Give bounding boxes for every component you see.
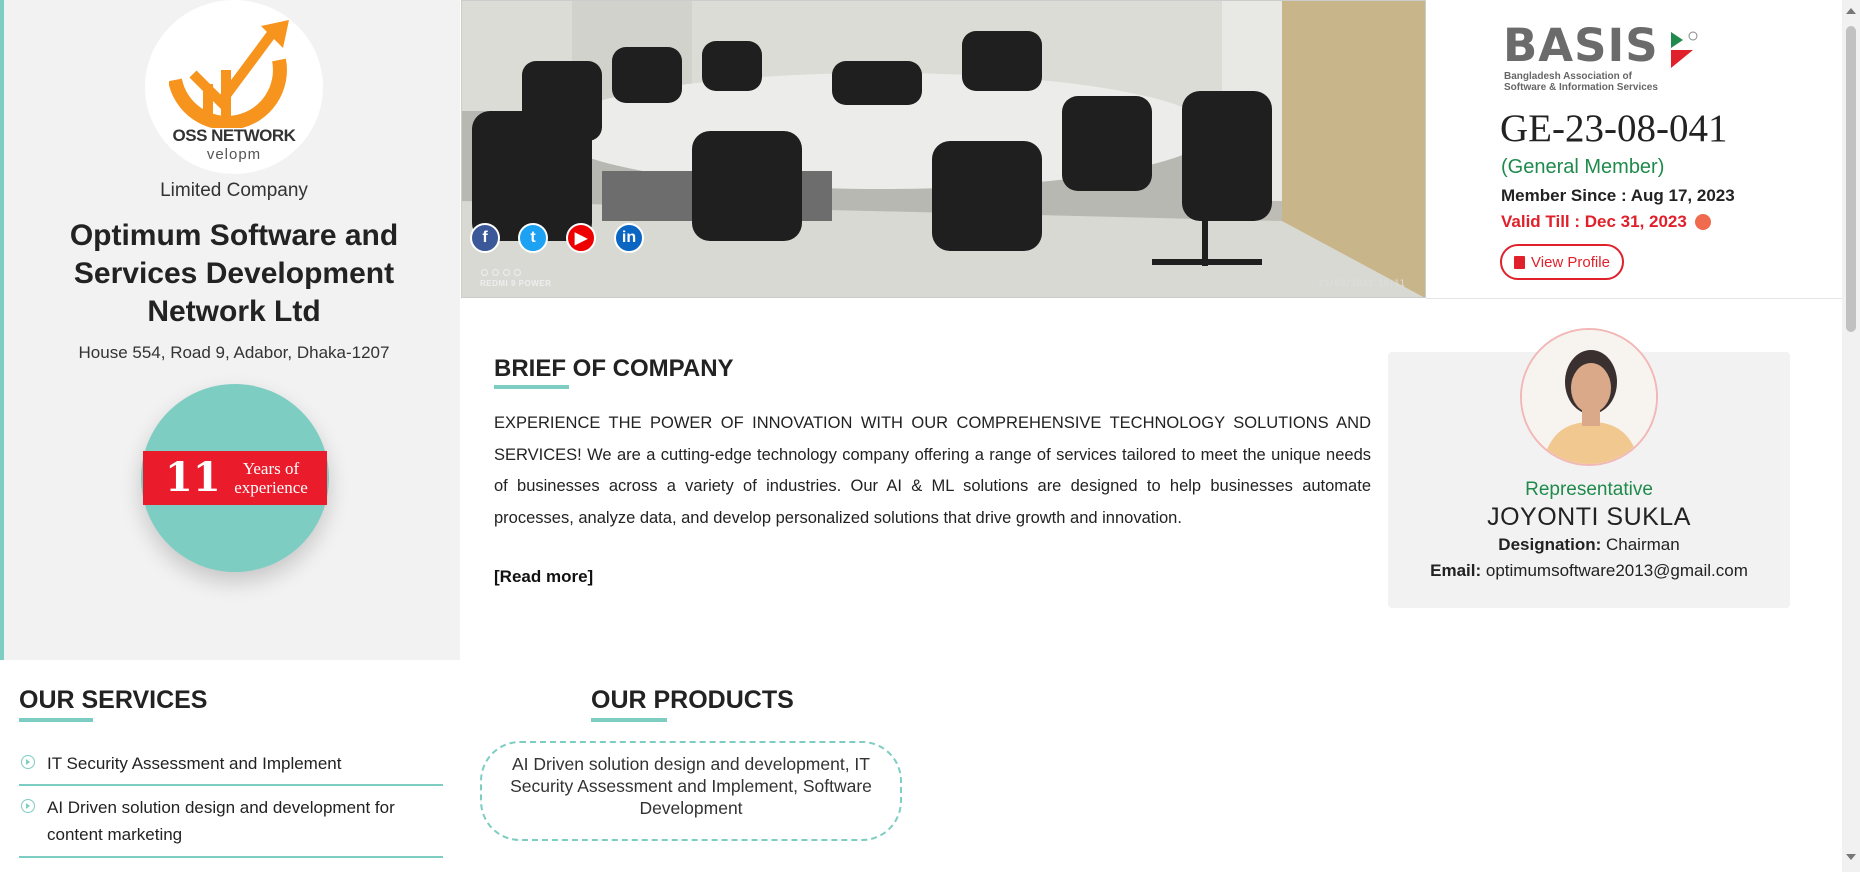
pdf-icon (1514, 255, 1525, 269)
heading-underline (494, 385, 569, 389)
heading-underline (19, 718, 93, 722)
brief-heading: BRIEF OF COMPANY (494, 355, 734, 382)
basis-subtitle-line1: Bangladesh Association of (1504, 71, 1632, 82)
basis-subtitle-line2: Software & Information Services (1504, 82, 1658, 93)
products-box: AI Driven solution design and developmen… (480, 741, 902, 841)
youtube-icon[interactable]: ▶ (566, 223, 596, 253)
view-profile-label: View Profile (1531, 253, 1610, 271)
person-portrait-icon (1522, 330, 1656, 464)
logo-subtext: velopm (206, 146, 262, 163)
products-heading: OUR PRODUCTS (591, 686, 794, 714)
company-name: Optimum Software and Services Developmen… (69, 219, 399, 328)
designation-label: Designation: (1498, 535, 1602, 554)
photo-device-tag: REDMI 9 POWER (480, 279, 552, 288)
experience-band: 11 Years of experience (143, 451, 327, 505)
service-item[interactable]: IT Security Assessment and Implement (19, 750, 443, 786)
company-profile-page: OSS NETWORK velopm Limited Company Optim… (0, 0, 1860, 872)
valid-till: Valid Till : Dec 31, 2023 (1501, 212, 1711, 232)
services-heading: OUR SERVICES (19, 686, 208, 714)
basis-logo: BASIS Bangladesh Association of Software… (1503, 22, 1703, 94)
valid-till-text: Valid Till : Dec 31, 2023 (1501, 212, 1687, 231)
circle-arrow-icon (21, 755, 35, 769)
office-photo: f t ▶ in REDMI 9 POWER 23/08/2023 18:11 (461, 0, 1426, 298)
email-value[interactable]: optimumsoftware2013@gmail.com (1486, 561, 1748, 580)
scroll-thumb[interactable] (1846, 26, 1856, 332)
camera-dots (481, 269, 521, 276)
company-address: House 554, Road 9, Adabor, Dhaka-1207 (78, 343, 390, 362)
heading-underline (591, 718, 667, 722)
designation-value: Chairman (1605, 535, 1680, 554)
read-more-link[interactable]: [Read more] (494, 567, 593, 587)
company-sidebar: OSS NETWORK velopm Limited Company Optim… (0, 0, 460, 660)
scroll-down-icon[interactable] (1846, 854, 1856, 860)
brief-text: EXPERIENCE THE POWER OF INNOVATION WITH … (494, 414, 1371, 527)
representative-designation: Designation: Chairman (1388, 535, 1790, 555)
logo-text: OSS NETWORK (172, 126, 296, 145)
view-profile-button[interactable]: View Profile (1500, 244, 1624, 280)
experience-badge: 11 Years of experience (141, 384, 329, 572)
twitter-icon[interactable]: t (518, 223, 548, 253)
circle-arrow-icon (21, 799, 35, 813)
divider (1426, 298, 1846, 299)
registration-number: GE-23-08-041 (1500, 107, 1728, 150)
status-dot-icon (1694, 214, 1711, 230)
representative-name: JOYONTI SUKLA (1487, 503, 1691, 531)
meeting-room-image (462, 1, 1425, 297)
representative-role: Representative (1525, 479, 1653, 500)
representative-avatar (1520, 328, 1658, 466)
linkedin-icon[interactable]: in (614, 223, 644, 253)
basis-logo-subtitle: Bangladesh Association of Software & Inf… (1504, 71, 1658, 93)
member-since: Member Since : Aug 17, 2023 (1501, 186, 1735, 205)
page-scrollbar[interactable] (1842, 0, 1860, 872)
social-links: f t ▶ in (470, 223, 644, 253)
member-type: (General Member) (1501, 156, 1665, 178)
scroll-up-icon[interactable] (1846, 8, 1856, 14)
service-item[interactable]: AI Driven solution design and developmen… (19, 794, 443, 858)
company-type: Limited Company (160, 180, 308, 201)
facebook-icon[interactable]: f (470, 223, 500, 253)
experience-years: 11 (165, 454, 221, 501)
basis-flag-icon (1671, 31, 1698, 68)
photo-date: 23/08/2023 18:11 (1318, 279, 1405, 289)
experience-label: Years of experience (234, 459, 308, 497)
growth-arrow-icon (169, 20, 289, 128)
service-label: AI Driven solution design and developmen… (47, 798, 395, 844)
representative-email: Email: optimumsoftware2013@gmail.com (1388, 561, 1790, 581)
email-label: Email: (1430, 561, 1482, 580)
basis-logo-word: BASIS (1503, 19, 1659, 72)
service-label: IT Security Assessment and Implement (47, 754, 342, 773)
company-logo: OSS NETWORK velopm (145, 0, 323, 174)
